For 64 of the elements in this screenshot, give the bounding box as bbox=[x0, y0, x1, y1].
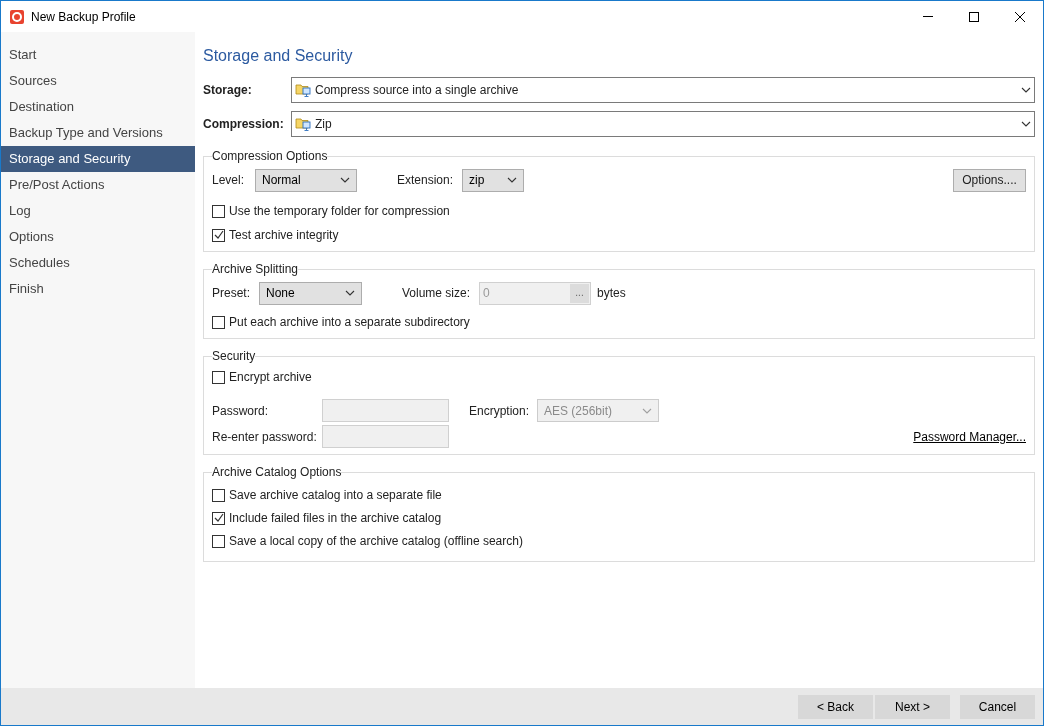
field-label: Volume size: bbox=[402, 285, 472, 302]
sidebar-item[interactable]: Sources bbox=[1, 68, 195, 94]
sidebar-item[interactable]: Storage and Security bbox=[1, 146, 195, 172]
sidebar-item[interactable]: Log bbox=[1, 198, 195, 224]
sidebar-item[interactable]: Schedules bbox=[1, 250, 195, 276]
compression-dropdown[interactable]: Zip bbox=[291, 111, 1035, 137]
chevron-down-icon bbox=[642, 407, 652, 414]
options-button[interactable]: Options.... bbox=[953, 168, 1026, 192]
field-label: Preset: bbox=[212, 285, 251, 302]
storage-dropdown[interactable]: Compress source into a single archive bbox=[291, 77, 1035, 103]
wizard-button[interactable]: Cancel bbox=[960, 694, 1035, 719]
field-label: Password: bbox=[212, 402, 270, 420]
chevron-down-icon bbox=[340, 177, 350, 183]
sidebar-item[interactable]: Finish bbox=[1, 276, 195, 302]
window-title: New Backup Profile bbox=[31, 8, 136, 26]
checkbox-label: Save a local copy of the archive catalog (offline search) bbox=[229, 533, 523, 550]
chevron-down-icon bbox=[507, 177, 517, 183]
level-dropdown[interactable]: Normal bbox=[255, 168, 357, 192]
checkbox[interactable] bbox=[212, 534, 225, 548]
checkbox-label: Encrypt archive bbox=[229, 369, 312, 386]
sidebar-item[interactable]: Pre/Post Actions bbox=[1, 172, 195, 198]
sidebar-item[interactable]: Backup Type and Versions bbox=[1, 120, 195, 146]
checkbox[interactable] bbox=[212, 315, 225, 329]
sidebar-item[interactable]: Options bbox=[1, 224, 195, 250]
field-label: Re-enter password: bbox=[212, 428, 318, 446]
checkbox[interactable] bbox=[212, 228, 225, 242]
folder-computer-icon bbox=[295, 116, 311, 132]
chevron-down-icon bbox=[1021, 121, 1031, 127]
checkmark-icon bbox=[213, 513, 224, 523]
checkmark-icon bbox=[213, 230, 224, 240]
folder-computer-icon bbox=[295, 82, 311, 98]
chevron-down-icon bbox=[1021, 87, 1031, 93]
extension-dropdown[interactable]: zip bbox=[462, 168, 524, 192]
group-title: Compression Options bbox=[212, 148, 328, 165]
group-title: Archive Catalog Options bbox=[212, 464, 342, 481]
page-heading: Storage and Security bbox=[203, 46, 354, 66]
chevron-down-icon bbox=[345, 290, 355, 296]
preset-dropdown[interactable]: None bbox=[259, 281, 362, 305]
wizard-button[interactable]: < Back bbox=[798, 694, 873, 719]
checkbox-label: Include failed files in the archive catalog bbox=[229, 510, 442, 527]
minimize-icon bbox=[923, 16, 933, 17]
sidebar-item[interactable]: Destination bbox=[1, 94, 195, 120]
checkbox-label: Save archive catalog into a separate file bbox=[229, 487, 442, 504]
checkbox-label: Test archive integrity bbox=[229, 227, 339, 244]
field-label: Compression: bbox=[203, 116, 285, 133]
field-label: Storage: bbox=[203, 82, 253, 99]
close-icon bbox=[1015, 11, 1025, 22]
field-label: Extension: bbox=[397, 172, 455, 189]
password-manager-link[interactable]: Password Manager... bbox=[913, 425, 1026, 448]
maximize-icon bbox=[969, 11, 979, 22]
checkbox[interactable] bbox=[212, 370, 225, 384]
checkbox-label: Use the temporary folder for compression bbox=[229, 203, 450, 220]
checkbox[interactable] bbox=[212, 204, 225, 218]
checkbox-label: Put each archive into a separate subdirectory bbox=[229, 314, 470, 331]
sidebar-item[interactable]: Start bbox=[1, 42, 195, 68]
unit-label: bytes bbox=[597, 285, 626, 302]
checkbox[interactable] bbox=[212, 488, 225, 502]
wizard-button[interactable]: Next > bbox=[875, 694, 950, 719]
field-label: Level: bbox=[212, 172, 246, 189]
app-logo-icon bbox=[10, 9, 24, 24]
group-title: Security bbox=[212, 348, 256, 365]
field-label: Encryption: bbox=[469, 402, 531, 420]
checkbox[interactable] bbox=[212, 511, 225, 525]
group-title: Archive Splitting bbox=[212, 261, 299, 278]
